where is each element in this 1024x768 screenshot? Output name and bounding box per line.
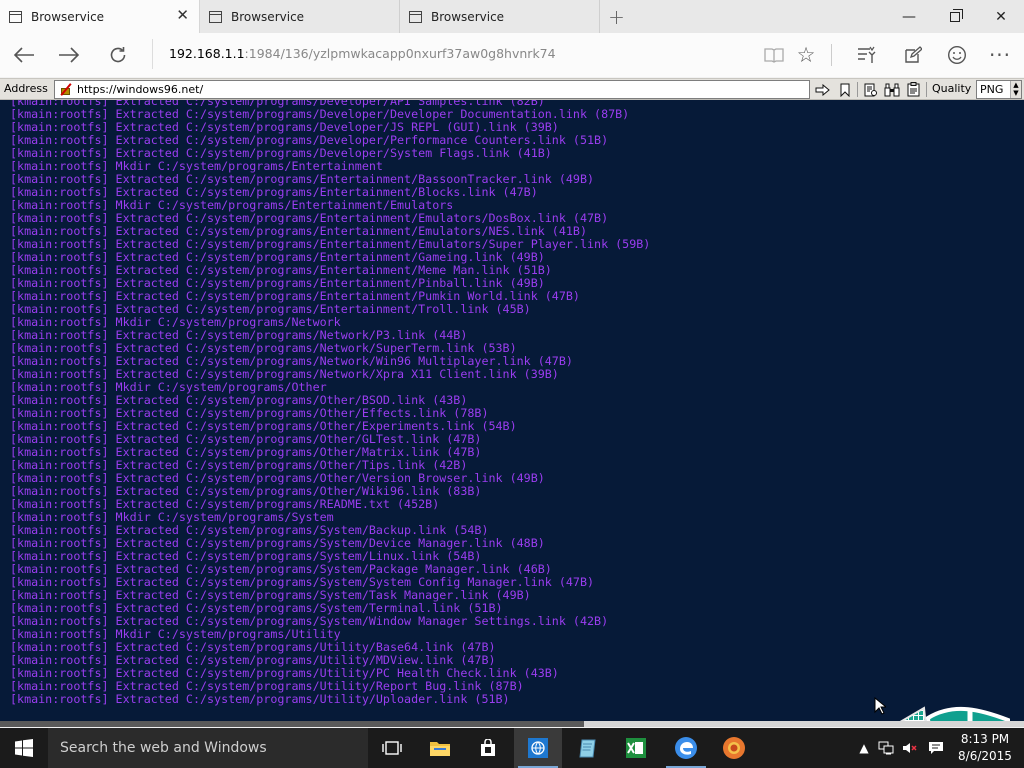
file-explorer-button[interactable] [416,728,464,768]
url-host: 192.168.1.1 [169,46,245,61]
bookmark-icon [840,83,849,97]
back-button[interactable] [2,33,46,77]
navigation-bar: 192.168.1.1:1984/136/yzlpmwkacapp0nxurf3… [0,33,1024,77]
new-tab-button[interactable]: + [600,0,633,33]
store-bag-icon [481,739,495,756]
horizontal-scrollbar[interactable] [0,721,1024,727]
edge-icon [675,737,697,759]
windows-start-icon [15,739,33,757]
notepad-button[interactable] [564,728,612,768]
store-button[interactable] [464,728,512,768]
browservice-toolbar: Address https://windows96.net/ Quality P… [0,78,1024,100]
reading-view-icon[interactable] [757,33,791,77]
quality-select[interactable]: PNG ▲ ▼ [976,80,1022,99]
toolbar-separator [926,82,927,97]
tab-label: Browservice [231,9,305,24]
go-arrow-icon [815,83,830,96]
refresh-icon [110,47,126,63]
go-button[interactable] [813,81,832,98]
quality-label: Quality [932,82,972,95]
start-button[interactable] [0,728,48,768]
restore-button[interactable] [932,0,978,33]
toolbar-separator [857,82,858,97]
taskbar: Search the web and Windows ▲ 8:13 PM 8/6… [0,728,1024,768]
clock-date[interactable]: 8/6/2015 [955,749,1015,763]
quality-value: PNG [980,83,1004,96]
hub-icon[interactable] [850,33,884,77]
forward-button[interactable] [47,33,91,77]
page-icon [9,10,22,23]
edge-button[interactable] [662,728,710,768]
clipboard-button[interactable] [904,81,923,98]
excel-icon [626,738,646,758]
insecure-lock-icon [59,83,72,96]
address-label: Address [4,82,48,95]
forward-arrow-icon [59,47,80,63]
close-tab-icon[interactable]: ✕ [176,8,189,23]
log-line: [kmain:rootfs] Extracted C:/system/progr… [10,692,510,706]
minimize-button[interactable]: — [886,0,932,33]
mouse-cursor-icon [874,697,886,715]
web-note-icon[interactable] [896,33,930,77]
volume-muted-icon[interactable] [902,740,918,756]
feedback-smiley-icon[interactable] [940,33,974,77]
url-field[interactable]: 192.168.1.1:1984/136/yzlpmwkacapp0nxurf3… [152,39,752,69]
favorite-star-icon[interactable]: ☆ [789,33,823,77]
find-text-icon [864,83,877,96]
globe-browser-button[interactable] [514,728,562,768]
quality-spinner[interactable]: ▲ ▼ [1010,81,1021,98]
url-path: :1984/136/yzlpmwkacapp0nxurf37aw0g8hvnrk… [244,46,556,61]
find-next-button[interactable] [882,81,901,98]
clipboard-icon [907,82,920,97]
bookmark-button[interactable] [835,81,854,98]
action-center-icon[interactable] [928,740,944,756]
clock-time[interactable]: 8:13 PM [955,732,1015,746]
taskbar-search-box[interactable]: Search the web and Windows [48,728,368,768]
restore-icon [950,8,963,22]
windows96-logo [899,706,1010,721]
binoculars-icon [884,83,899,96]
back-arrow-icon [13,47,34,63]
refresh-button[interactable] [96,33,140,77]
log-lines: [kmain:rootfs] Extracted C:/system/progr… [10,100,650,706]
tab-label: Browservice [431,9,505,24]
tab-browservice-2[interactable]: Browservice [200,0,400,33]
boot-log-terminal: [kmain:rootfs] Extracted C:/system/progr… [0,100,1024,721]
network-icon[interactable] [878,740,894,756]
task-view-icon [382,741,402,755]
find-button[interactable] [861,81,880,98]
tab-strip: Browservice ✕ Browservice Browservice + [0,0,1024,33]
firefox-icon [723,737,745,759]
horizontal-scroll-thumb[interactable] [0,721,584,727]
more-options-button[interactable]: ··· [983,33,1017,77]
tab-browservice-1[interactable]: Browservice ✕ [0,0,200,33]
firefox-button[interactable] [710,728,758,768]
address-input: https://windows96.net/ [77,83,204,96]
address-field[interactable]: https://windows96.net/ [54,80,810,99]
globe-icon [528,738,548,758]
nav-separator [831,44,832,66]
notepad-icon [579,739,596,758]
excel-button[interactable] [612,728,660,768]
tab-browservice-3[interactable]: Browservice [400,0,600,33]
show-hidden-icons-chevron-icon[interactable]: ▲ [856,740,872,756]
page-icon [409,10,422,23]
page-icon [209,10,222,23]
tab-label: Browservice [31,9,105,24]
folder-icon [430,742,450,756]
task-view-button[interactable] [368,728,416,768]
close-window-button[interactable]: ✕ [978,0,1024,33]
